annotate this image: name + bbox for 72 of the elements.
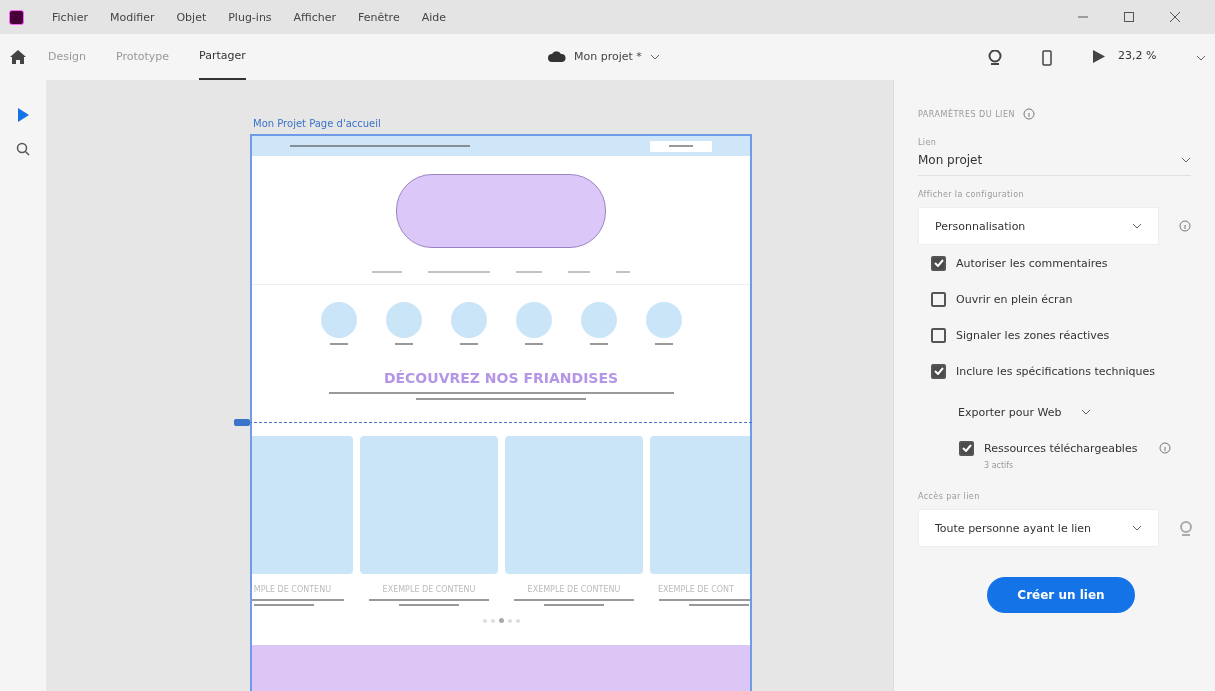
- card-title: EXEMPLE DE CONTENU: [526, 585, 622, 594]
- option-label: Inclure les spécifications techniques: [956, 364, 1156, 378]
- text-line: [544, 604, 604, 606]
- chevron-icon[interactable]: [649, 53, 660, 60]
- chevron-icon: [1081, 409, 1092, 415]
- text-line: [399, 604, 459, 606]
- artboard-title[interactable]: Mon Projet Page d'accueil: [253, 118, 893, 129]
- app-logo-icon: [9, 9, 24, 25]
- maximize-icon[interactable]: [1123, 11, 1135, 23]
- info-icon[interactable]: [1023, 108, 1035, 120]
- play-icon[interactable]: [1093, 50, 1105, 63]
- category-circle: [580, 302, 617, 338]
- resource-count: 3 actifs: [984, 461, 1015, 470]
- checkbox[interactable]: [931, 363, 946, 379]
- field-label: Lien: [918, 138, 938, 147]
- field-label: Afficher la configuration: [918, 190, 1025, 199]
- export-dropdown[interactable]: Exporter pour Web: [958, 397, 1215, 427]
- field-label: Accès par lien: [918, 492, 981, 501]
- checkbox[interactable]: [931, 291, 946, 307]
- category-circle: [515, 302, 552, 338]
- category-circle: [320, 302, 357, 338]
- nav-link: [372, 271, 402, 273]
- card-title: EXEMPLE DE CONTENU: [381, 585, 477, 594]
- checkbox[interactable]: [931, 327, 946, 343]
- document-title[interactable]: Mon projet *: [574, 50, 642, 63]
- menu-item[interactable]: Plug-ins: [228, 10, 272, 24]
- info-icon[interactable]: [1159, 442, 1172, 454]
- phone-icon[interactable]: [1042, 50, 1052, 66]
- card-title: EXEMPLE DE CONT: [657, 585, 735, 594]
- search-icon[interactable]: [16, 142, 30, 156]
- close-icon[interactable]: [1169, 11, 1181, 23]
- nav-link: [568, 271, 590, 273]
- chevron-icon: [1132, 525, 1142, 531]
- select-arrow-icon[interactable]: [17, 108, 29, 122]
- user-icon[interactable]: [988, 50, 1002, 65]
- create-link-button[interactable]: Créer un lien: [987, 577, 1135, 613]
- option-label: Signaler les zones réactives: [956, 328, 1110, 342]
- nav-link: [616, 271, 630, 273]
- chevron-icon: [1181, 157, 1191, 163]
- info-icon[interactable]: [1179, 220, 1191, 232]
- option-label: Ouvrir en plein écran: [956, 292, 1073, 306]
- menu-item[interactable]: Modifier: [109, 10, 155, 24]
- guide-handle[interactable]: [234, 419, 250, 426]
- zoom-level[interactable]: 23,2 %: [1118, 49, 1157, 62]
- link-dropdown[interactable]: Mon projet: [918, 147, 1191, 176]
- section-heading: DÉCOUVREZ NOS FRIANDISES: [382, 370, 620, 386]
- menu-item[interactable]: Fichier: [52, 10, 88, 24]
- menu-item[interactable]: Fenêtre: [358, 10, 400, 24]
- checkbox[interactable]: [959, 440, 974, 456]
- cloud-icon: [548, 51, 566, 62]
- category-circle: [385, 302, 422, 338]
- option-label: Autoriser les commentaires: [956, 256, 1108, 270]
- carousel-dots: [482, 618, 520, 623]
- chevron-icon[interactable]: [1196, 55, 1206, 61]
- option-label: Ressources téléchargeables: [984, 441, 1138, 455]
- menu-item[interactable]: Aide: [421, 10, 446, 24]
- home-icon[interactable]: [10, 50, 26, 64]
- banner-button: [650, 140, 712, 152]
- panel-title: PARAMÈTRES DU LIEN: [918, 109, 1015, 119]
- text-line: [254, 604, 314, 606]
- nav-link: [428, 271, 490, 273]
- text-line: [689, 604, 749, 606]
- chevron-icon: [1132, 223, 1142, 229]
- menu-item[interactable]: Objet: [176, 10, 207, 24]
- nav-link: [516, 271, 542, 273]
- checkbox[interactable]: [931, 255, 946, 271]
- config-dropdown[interactable]: Personnalisation: [918, 207, 1159, 245]
- access-dropdown[interactable]: Toute personne ayant le lien: [918, 509, 1159, 547]
- menu-item[interactable]: Afficher: [293, 10, 337, 24]
- card-title: MPLE DE CONTENU: [252, 585, 332, 594]
- category-circle: [450, 302, 487, 338]
- category-circle: [645, 302, 682, 338]
